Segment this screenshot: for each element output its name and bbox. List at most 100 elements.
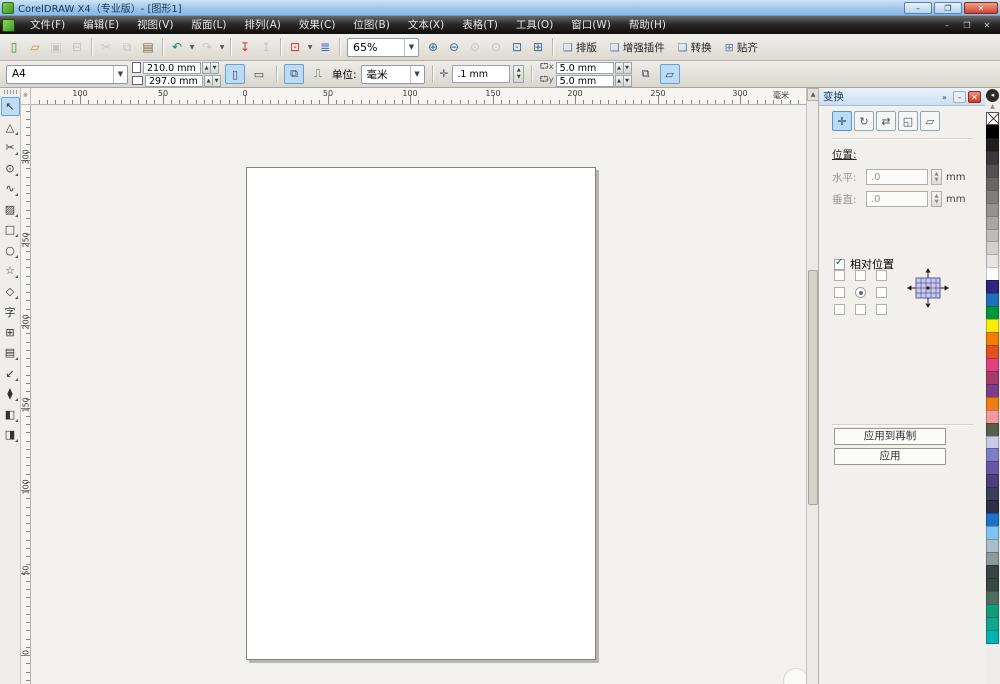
menu-item[interactable]: 文件(F)	[21, 16, 74, 34]
table-tool[interactable]: ⊞	[1, 323, 20, 342]
horizontal-ruler[interactable]: 10050050100150200250300毫米	[31, 88, 806, 105]
vertical-ruler[interactable]: 300250200150100500	[21, 105, 31, 684]
apply-button[interactable]: 应用	[834, 448, 946, 465]
menu-item[interactable]: 编辑(E)	[74, 16, 128, 34]
vertical-spinner[interactable]: ▲▼	[931, 191, 942, 207]
anchor-middle-left[interactable]	[834, 287, 845, 298]
shape-tool[interactable]: △	[1, 118, 20, 137]
document-close-button[interactable]: ✕	[980, 21, 994, 30]
chevron-down-icon[interactable]: ▼	[188, 44, 196, 51]
color-swatch[interactable]	[986, 241, 999, 255]
anchor-bottom-left[interactable]	[834, 304, 845, 315]
zoom-in-button[interactable]: ⊕	[423, 37, 443, 57]
transform-size-button[interactable]: ◱	[898, 111, 918, 131]
menu-item[interactable]: 表格(T)	[453, 16, 507, 34]
color-swatch[interactable]	[986, 552, 999, 566]
no-color-swatch[interactable]	[986, 112, 999, 125]
palette-flyout-button[interactable]: ◂	[986, 89, 999, 102]
relative-position-checkbox[interactable]	[834, 259, 845, 270]
paper-width-down[interactable]: ▼	[210, 62, 219, 74]
menu-item[interactable]: 排列(A)	[236, 16, 290, 34]
dup-x-down[interactable]: ▼	[623, 62, 632, 74]
rectangle-tool[interactable]: □	[1, 220, 20, 239]
color-swatch[interactable]	[986, 436, 999, 450]
docker-expand-button[interactable]: »	[938, 91, 951, 103]
nudge-offset-field[interactable]: .1 mm	[452, 65, 510, 83]
interactive-fill-tool[interactable]: ◨	[1, 425, 20, 444]
zoom-to-page-width-button[interactable]: ⊞	[528, 37, 548, 57]
landscape-button[interactable]: ▭	[249, 64, 269, 84]
eyedropper-tool[interactable]: ↙	[1, 364, 20, 383]
color-swatch[interactable]	[986, 177, 999, 191]
menu-item[interactable]: 文本(X)	[399, 16, 453, 34]
box-select-mode-button[interactable]: ⧉	[636, 64, 656, 84]
polygon-tool[interactable]: ☆	[1, 261, 20, 280]
treat-as-filled-button[interactable]: ▱	[660, 64, 680, 84]
apply-to-duplicate-button[interactable]: 应用到再制	[834, 428, 946, 445]
dup-y-down[interactable]: ▼	[623, 75, 632, 87]
transform-skew-button[interactable]: ▱	[920, 111, 940, 131]
color-swatch[interactable]	[986, 461, 999, 475]
import-button[interactable]: ↧	[235, 37, 255, 57]
welcome-screen-button[interactable]: ≣	[315, 37, 335, 57]
undo-button[interactable]: ↶	[167, 37, 187, 57]
menu-item[interactable]: 位图(B)	[344, 16, 398, 34]
menu-item[interactable]: 效果(C)	[290, 16, 345, 34]
color-swatch[interactable]	[986, 410, 999, 424]
minimize-button[interactable]: –	[904, 2, 932, 14]
duplicate-y-field[interactable]: 5.0 mm	[556, 75, 614, 87]
color-swatch[interactable]	[986, 397, 999, 411]
anchor-middle-right[interactable]	[876, 287, 887, 298]
color-swatch[interactable]	[986, 630, 999, 644]
color-swatch[interactable]	[986, 371, 999, 385]
menu-item[interactable]: 视图(V)	[128, 16, 182, 34]
interactive-blend-tool[interactable]: ▤	[1, 343, 20, 362]
color-swatch[interactable]	[986, 604, 999, 618]
fill-tool[interactable]: ◧	[1, 405, 20, 424]
menu-item[interactable]: 工具(O)	[507, 16, 562, 34]
color-swatch[interactable]	[986, 578, 999, 592]
units-combo[interactable]: 毫米 ▼	[361, 65, 425, 84]
color-swatch[interactable]	[986, 474, 999, 488]
convert-button[interactable]: ❏转换	[672, 37, 718, 58]
paste-button[interactable]: ▤	[138, 37, 158, 57]
menu-item[interactable]: 窗口(W)	[562, 16, 620, 34]
drawing-canvas[interactable]	[31, 105, 806, 684]
snap-to-button[interactable]: ⊞贴齐	[719, 37, 764, 58]
power-plugins-button[interactable]: ❏增强插件	[604, 37, 671, 58]
color-swatch[interactable]	[986, 306, 999, 320]
vertical-field[interactable]: .0	[866, 191, 928, 207]
transform-rotate-button[interactable]: ↻	[854, 111, 874, 131]
paper-size-combo[interactable]: A4 ▼	[6, 65, 128, 84]
anchor-top-left[interactable]	[834, 270, 845, 281]
color-swatch[interactable]	[986, 229, 999, 243]
color-swatch[interactable]	[986, 138, 999, 152]
ellipse-tool[interactable]: ○	[1, 241, 20, 260]
paper-height-down[interactable]: ▼	[212, 75, 221, 87]
color-swatch[interactable]	[986, 293, 999, 307]
color-swatch[interactable]	[986, 125, 999, 139]
color-swatch[interactable]	[986, 332, 999, 346]
paper-height-field[interactable]: 297.0 mm	[145, 75, 203, 87]
zoom-to-page-button[interactable]: ⊡	[507, 37, 527, 57]
application-launcher-button[interactable]: ⊡	[285, 37, 305, 57]
toolbox-drag-handle[interactable]	[4, 90, 17, 94]
vertical-scrollbar[interactable]: ▲	[806, 88, 818, 684]
horizontal-spinner[interactable]: ▲▼	[931, 169, 942, 185]
anchor-bottom-right[interactable]	[876, 304, 887, 315]
color-swatch[interactable]	[986, 190, 999, 204]
horizontal-field[interactable]: .0	[866, 169, 928, 185]
outline-pen-tool[interactable]: ⧫	[1, 384, 20, 403]
all-pages-button[interactable]: ⧉	[284, 64, 304, 84]
crop-tool[interactable]: ✂	[1, 138, 20, 157]
color-swatch[interactable]	[986, 539, 999, 553]
current-page-button[interactable]: ⎍	[308, 64, 328, 84]
color-swatch[interactable]	[986, 280, 999, 294]
scrollbar-thumb[interactable]	[808, 270, 818, 505]
pick-tool[interactable]: ↖	[1, 97, 20, 116]
paper-width-field[interactable]: 210.0 mm	[143, 62, 201, 74]
color-swatch[interactable]	[986, 384, 999, 398]
docker-close-button[interactable]: ✕	[968, 91, 981, 103]
nudge-spinner[interactable]: ▲▼	[513, 65, 524, 83]
document-minimize-button[interactable]: –	[940, 21, 954, 30]
